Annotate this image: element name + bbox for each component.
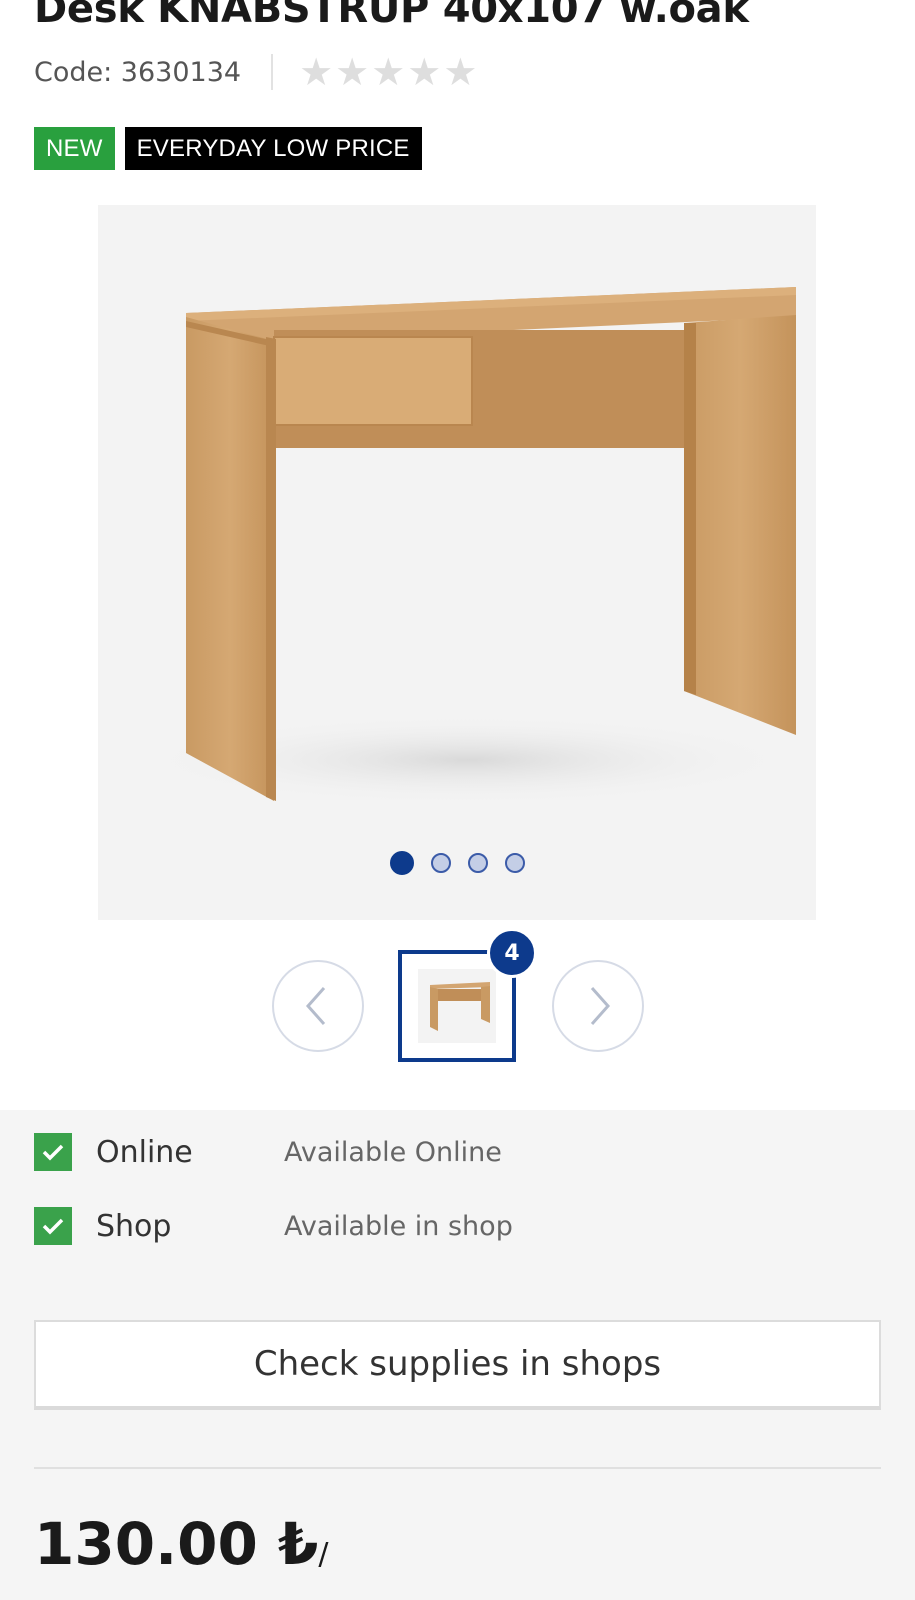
divider xyxy=(34,1467,881,1469)
product-badges: NEW EVERYDAY LOW PRICE xyxy=(34,127,422,170)
next-image-button[interactable] xyxy=(552,960,644,1052)
availability-online-status: Available Online xyxy=(284,1136,502,1168)
image-count-badge: 4 xyxy=(487,928,537,978)
thumbnail-strip: 4 xyxy=(0,928,915,1062)
product-title: Desk KNABSTRUP 40x107 w.oak xyxy=(34,0,749,32)
pagination-dot[interactable] xyxy=(504,853,525,873)
availability-online: Online Available Online xyxy=(34,1132,502,1172)
product-price: 130.00 ₺/ xyxy=(34,1510,328,1578)
checkmark-icon xyxy=(34,1133,72,1171)
check-supplies-button[interactable]: Check supplies in shops xyxy=(34,1320,881,1410)
desk-product-image xyxy=(138,287,798,805)
star-icon: ★ xyxy=(407,50,442,94)
gallery-pagination xyxy=(98,851,816,875)
divider xyxy=(271,54,274,90)
price-amount: 130.00 ₺ xyxy=(34,1510,319,1578)
chevron-left-icon xyxy=(305,987,326,1025)
thumbnail-image xyxy=(418,969,496,1043)
product-image-gallery[interactable] xyxy=(98,205,816,920)
pagination-dot[interactable] xyxy=(467,853,488,873)
price-suffix: / xyxy=(318,1537,329,1572)
previous-image-button[interactable] xyxy=(272,960,364,1052)
everyday-low-price-badge: EVERYDAY LOW PRICE xyxy=(124,127,422,170)
star-icon: ★ xyxy=(371,50,406,94)
star-icon: ★ xyxy=(335,50,370,94)
star-icon: ★ xyxy=(299,50,334,94)
availability-panel: Online Available Online Shop Available i… xyxy=(0,1110,915,1600)
new-badge: NEW xyxy=(34,127,115,170)
availability-online-label: Online xyxy=(96,1134,193,1170)
rating-stars[interactable]: ★ ★ ★ ★ ★ xyxy=(299,53,477,91)
availability-shop-status: Available in shop xyxy=(284,1210,513,1242)
availability-shop: Shop Available in shop xyxy=(34,1206,513,1246)
pagination-dot-active[interactable] xyxy=(389,851,414,875)
checkmark-icon xyxy=(34,1207,72,1245)
chevron-right-icon xyxy=(590,987,611,1025)
pagination-dot[interactable] xyxy=(430,853,451,873)
product-code: Code: 3630134 xyxy=(34,56,242,88)
availability-shop-label: Shop xyxy=(96,1208,172,1244)
star-icon: ★ xyxy=(443,50,478,94)
product-meta: Code: 3630134 ★ ★ ★ ★ ★ xyxy=(34,52,477,92)
